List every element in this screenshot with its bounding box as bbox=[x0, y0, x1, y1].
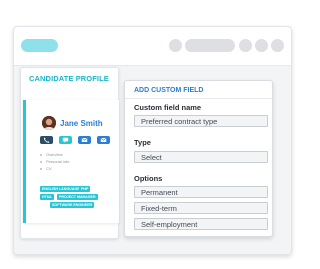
options-label: Options bbox=[134, 174, 163, 183]
menu-item-label: Overview bbox=[46, 152, 63, 157]
menu-item-label: CV bbox=[46, 166, 52, 171]
panel-title: ADD CUSTOM FIELD bbox=[134, 87, 204, 94]
email-button[interactable] bbox=[78, 136, 91, 144]
call-button[interactable] bbox=[40, 136, 53, 144]
type-label: Type bbox=[134, 138, 151, 147]
mail-icon bbox=[100, 137, 107, 142]
skill-tag: ENGLISH LANGUAGE bbox=[40, 186, 82, 192]
profile-summary: Jane Smith Overview Personal info CV ENG… bbox=[23, 100, 119, 223]
toolbar-icon-circle[interactable] bbox=[255, 39, 268, 52]
candidate-profile-card: CANDIDATE PROFILE Jane Smith Overview Pe… bbox=[20, 67, 119, 239]
search-bar-placeholder[interactable] bbox=[185, 39, 235, 52]
toolbar-icon-circle[interactable] bbox=[271, 39, 284, 52]
menu-item-overview[interactable]: Overview bbox=[40, 152, 63, 157]
add-custom-field-panel: ADD CUSTOM FIELD Custom field name Prefe… bbox=[124, 80, 273, 237]
candidate-name: Jane Smith bbox=[60, 119, 103, 128]
bullet-icon bbox=[40, 160, 42, 163]
field-name-label: Custom field name bbox=[134, 103, 202, 112]
option-input[interactable]: Self-employment bbox=[134, 218, 268, 230]
skill-tag: PROJECT MANAGER bbox=[57, 194, 98, 200]
profile-card-title: CANDIDATE PROFILE bbox=[29, 74, 109, 83]
option-input[interactable]: Fixed-term bbox=[134, 202, 268, 214]
divider bbox=[125, 98, 272, 99]
skill-tag: HTML bbox=[40, 194, 54, 200]
email-icon bbox=[81, 137, 88, 142]
avatar bbox=[42, 116, 56, 130]
option-input[interactable]: Permanent bbox=[134, 186, 268, 198]
message-button[interactable] bbox=[97, 136, 110, 144]
toolbar-icon-circle[interactable] bbox=[239, 39, 252, 52]
menu-item-cv[interactable]: CV bbox=[40, 166, 52, 171]
menu-item-personal-info[interactable]: Personal info bbox=[40, 159, 69, 164]
menu-item-label: Personal info bbox=[46, 159, 70, 164]
chat-icon bbox=[62, 137, 69, 143]
field-name-input[interactable]: Preferred contract type bbox=[134, 115, 268, 127]
app-logo-placeholder[interactable] bbox=[21, 39, 58, 52]
chat-button[interactable] bbox=[59, 136, 72, 144]
window-toolbar bbox=[14, 27, 291, 66]
type-select[interactable]: Select bbox=[134, 151, 268, 163]
phone-icon bbox=[43, 137, 50, 143]
skill-tag: SOFTWARE ENGINEER bbox=[50, 202, 95, 208]
bullet-icon bbox=[40, 167, 42, 170]
toolbar-icon-circle[interactable] bbox=[169, 39, 182, 52]
bullet-icon bbox=[40, 153, 42, 156]
skill-tag: PHP bbox=[79, 186, 91, 192]
